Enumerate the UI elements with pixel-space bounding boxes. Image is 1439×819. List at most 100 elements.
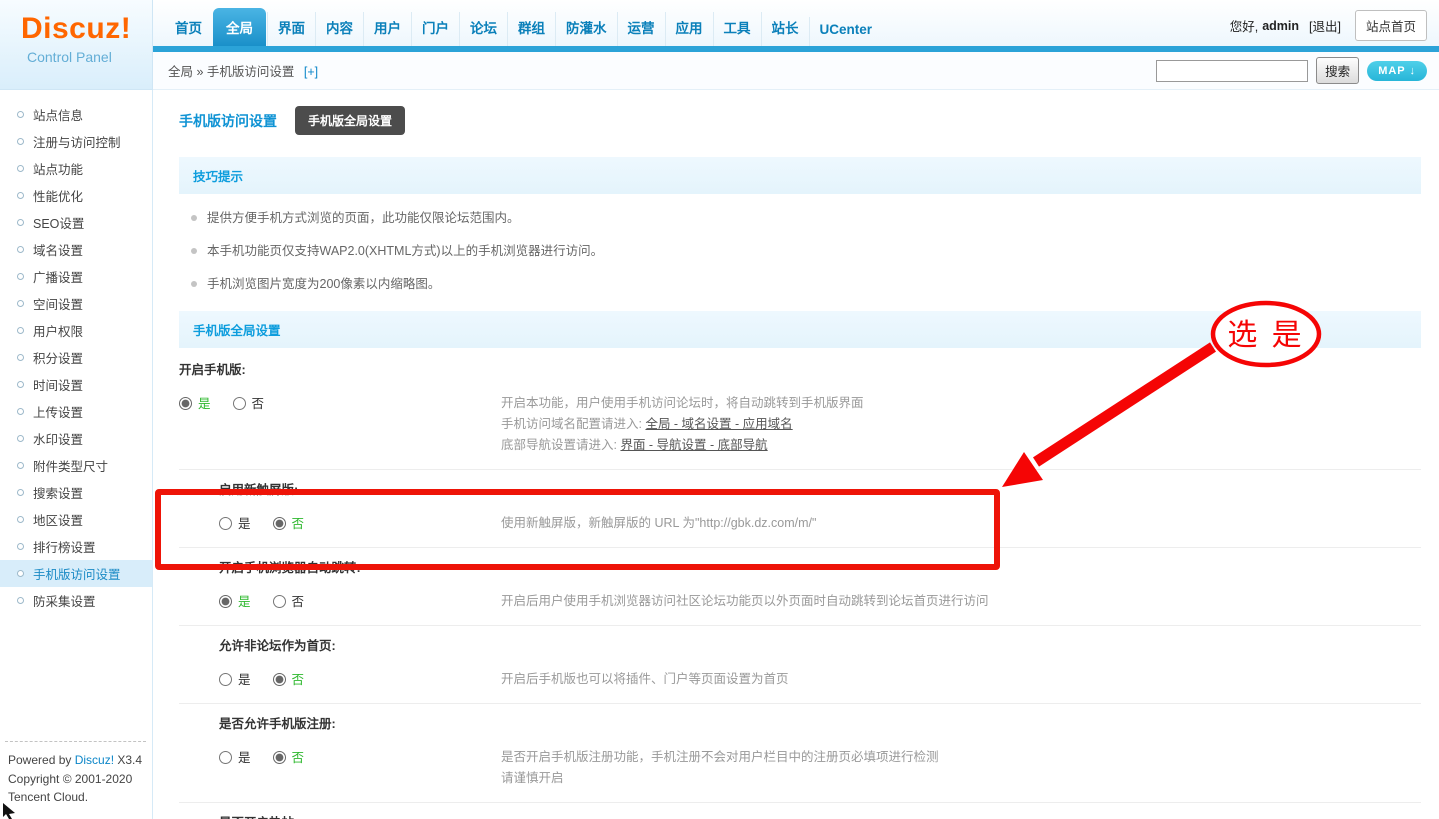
nav-tab[interactable]: 内容 bbox=[315, 12, 363, 46]
sidebar-footer: Powered by Discuz! X3.4 Copyright © 2001… bbox=[5, 741, 146, 811]
site-home-button[interactable]: 站点首页 bbox=[1354, 10, 1427, 41]
sidebar-item[interactable]: 水印设置 bbox=[0, 425, 152, 452]
nav-tab[interactable]: 界面 bbox=[267, 12, 315, 46]
radio-group: 是否 bbox=[179, 747, 501, 789]
sidebar-item[interactable]: 广播设置 bbox=[0, 263, 152, 290]
description-line: 开启本功能，用户使用手机访问论坛时，将自动跳转到手机版界面 bbox=[501, 393, 1421, 414]
map-button[interactable]: MAP ↓ bbox=[1367, 60, 1427, 81]
tips-list: 提供方便手机方式浏览的页面，此功能仅限论坛范围内。 本手机功能页仅支持WAP2.0… bbox=[179, 200, 1421, 299]
tip-item: 手机浏览图片宽度为200像素以内缩略图。 bbox=[179, 266, 1421, 299]
powered-suffix: X3.4 bbox=[114, 753, 143, 768]
nav-tab[interactable]: 工具 bbox=[712, 12, 761, 46]
radio-option[interactable]: 否 bbox=[272, 673, 304, 687]
field-label: 是否开启热帖: bbox=[179, 813, 1421, 819]
description-line: 开启后用户使用手机浏览器访问社区论坛功能页以外页面时自动跳转到论坛首页进行访问 bbox=[501, 591, 1421, 612]
radio-input[interactable] bbox=[272, 517, 286, 530]
radio-option[interactable]: 是 bbox=[219, 595, 251, 609]
sidebar-item[interactable]: 手机版访问设置 bbox=[0, 560, 152, 587]
radio-option[interactable]: 是 bbox=[179, 397, 211, 411]
mouse-cursor-icon bbox=[3, 803, 15, 819]
description-text: 手机访问域名配置请进入: bbox=[501, 417, 646, 431]
sidebar-item[interactable]: 地区设置 bbox=[0, 506, 152, 533]
radio-input[interactable] bbox=[179, 397, 192, 410]
description-text: 开启后手机版也可以将插件、门户等页面设置为首页 bbox=[501, 672, 789, 686]
sidebar-item[interactable]: 性能优化 bbox=[0, 182, 152, 209]
sidebar-item[interactable]: 域名设置 bbox=[0, 236, 152, 263]
sidebar-item-label: 地区设置 bbox=[33, 514, 84, 528]
breadcrumb-path: 全局 » 手机版访问设置 bbox=[168, 65, 295, 79]
circle-bullet-icon bbox=[17, 111, 24, 118]
tab-badge-mobile-global-settings[interactable]: 手机版全局设置 bbox=[295, 106, 406, 135]
radio-label: 否 bbox=[291, 751, 305, 765]
discuz-link[interactable]: Discuz! bbox=[75, 753, 114, 767]
description-text: 请谨慎开启 bbox=[501, 771, 564, 785]
radio-option[interactable]: 是 bbox=[219, 517, 251, 531]
radio-input[interactable] bbox=[219, 673, 232, 686]
radio-input[interactable] bbox=[272, 595, 286, 608]
user-area: 您好, admin [退出] 站点首页 bbox=[1230, 10, 1427, 41]
circle-bullet-icon bbox=[17, 354, 24, 361]
radio-option[interactable]: 否 bbox=[272, 751, 305, 765]
search-button[interactable]: 搜索 bbox=[1316, 57, 1360, 84]
sidebar-item[interactable]: 站点信息 bbox=[0, 101, 152, 128]
nav-tab[interactable]: 全局 bbox=[213, 8, 266, 46]
nav-tab[interactable]: 论坛 bbox=[459, 12, 507, 46]
sidebar-item[interactable]: 附件类型尺寸 bbox=[0, 452, 152, 479]
radio-input[interactable] bbox=[219, 751, 232, 764]
sidebar-item[interactable]: 搜索设置 bbox=[0, 479, 152, 506]
settings-link[interactable]: 界面 - 导航设置 - 底部导航 bbox=[620, 438, 767, 452]
radio-input[interactable] bbox=[219, 517, 232, 530]
radio-option[interactable]: 否 bbox=[272, 517, 304, 531]
breadcrumb-expand-link[interactable]: [+] bbox=[304, 65, 318, 79]
radio-option[interactable]: 是 bbox=[219, 751, 251, 765]
sidebar-item[interactable]: 防采集设置 bbox=[0, 587, 152, 614]
radio-input[interactable] bbox=[219, 595, 232, 608]
page-title: 手机版访问设置 bbox=[179, 112, 277, 129]
dot-bullet-icon bbox=[191, 281, 197, 287]
setting-field: 开启手机浏览器自动跳转: 是否开启后用户使用手机浏览器访问社区论坛功能页以外页面时… bbox=[179, 547, 1421, 625]
radio-label: 否 bbox=[291, 595, 305, 609]
nav-tab[interactable]: UCenter bbox=[808, 17, 883, 46]
sidebar-item[interactable]: 上传设置 bbox=[0, 398, 152, 425]
app-subtitle: Control Panel bbox=[27, 49, 112, 65]
settings-link[interactable]: 全局 - 域名设置 - 应用域名 bbox=[645, 417, 792, 431]
sidebar-item[interactable]: 空间设置 bbox=[0, 290, 152, 317]
nav-tab[interactable]: 门户 bbox=[411, 12, 459, 46]
breadcrumb-row: 全局 » 手机版访问设置 [+] 搜索 MAP ↓ bbox=[153, 52, 1439, 90]
nav-tab[interactable]: 防灌水 bbox=[555, 12, 617, 46]
circle-bullet-icon bbox=[17, 165, 24, 172]
sidebar-item[interactable]: 注册与访问控制 bbox=[0, 128, 152, 155]
dot-bullet-icon bbox=[191, 215, 197, 221]
radio-option[interactable]: 否 bbox=[272, 595, 305, 609]
radio-input[interactable] bbox=[272, 673, 286, 686]
nav-tab[interactable]: 用户 bbox=[363, 12, 411, 46]
nav-tab[interactable]: 站长 bbox=[760, 12, 809, 46]
sidebar-item[interactable]: 站点功能 bbox=[0, 155, 152, 182]
radio-option[interactable]: 否 bbox=[232, 397, 264, 411]
description-line: 底部导航设置请进入: 界面 - 导航设置 - 底部导航 bbox=[501, 435, 1421, 456]
sidebar-item-label: 时间设置 bbox=[33, 379, 84, 393]
circle-bullet-icon bbox=[17, 408, 24, 415]
search-input[interactable] bbox=[1156, 59, 1309, 82]
sidebar-item[interactable]: 排行榜设置 bbox=[0, 533, 152, 560]
sidebar-item[interactable]: 时间设置 bbox=[0, 371, 152, 398]
sidebar-item[interactable]: 用户权限 bbox=[0, 317, 152, 344]
nav-tab[interactable]: 运营 bbox=[616, 12, 665, 46]
tip-item: 本手机功能页仅支持WAP2.0(XHTML方式)以上的手机浏览器进行访问。 bbox=[179, 233, 1421, 266]
radio-input[interactable] bbox=[232, 397, 246, 410]
sidebar-item-label: 积分设置 bbox=[33, 352, 84, 366]
field-description: 开启本功能，用户使用手机访问论坛时，将自动跳转到手机版界面手机访问域名配置请进入… bbox=[501, 393, 1421, 456]
radio-option[interactable]: 是 bbox=[219, 673, 251, 687]
nav-tab[interactable]: 群组 bbox=[507, 12, 555, 46]
nav-tab[interactable]: 应用 bbox=[664, 12, 713, 46]
radio-input[interactable] bbox=[272, 751, 286, 764]
search-area: 搜索 MAP ↓ bbox=[1156, 57, 1427, 84]
copyright-line: Copyright © 2001-2020 bbox=[8, 771, 133, 786]
settings-fields: 开启手机版: 是否开启本功能，用户使用手机访问论坛时，将自动跳转到手机版界面 手机访… bbox=[179, 350, 1421, 819]
sidebar-item[interactable]: 积分设置 bbox=[0, 344, 152, 371]
nav-tab[interactable]: 首页 bbox=[165, 12, 212, 46]
sidebar-item-label: 用户权限 bbox=[33, 325, 84, 339]
logout-link[interactable]: [退出] bbox=[1309, 16, 1341, 35]
tips-header: 技巧提示 bbox=[179, 157, 1421, 194]
sidebar-item[interactable]: SEO设置 bbox=[0, 209, 152, 236]
